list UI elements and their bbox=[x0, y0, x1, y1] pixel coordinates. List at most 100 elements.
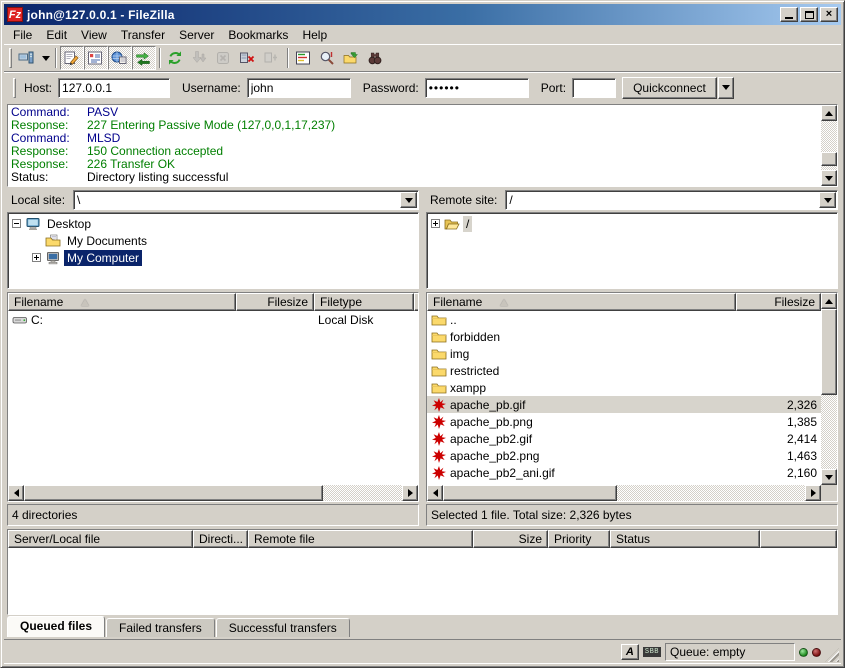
local-site-combobox[interactable]: \ bbox=[73, 190, 419, 210]
remote-tree-item[interactable]: / bbox=[429, 215, 835, 232]
scroll-track[interactable] bbox=[821, 121, 837, 170]
tab-failed-transfers[interactable]: Failed transfers bbox=[106, 618, 215, 637]
local-tree-item[interactable]: My Computer bbox=[10, 249, 416, 266]
scroll-track[interactable] bbox=[821, 309, 837, 469]
site-manager-button[interactable] bbox=[15, 46, 39, 70]
local-column-header-filesize[interactable]: Filesize bbox=[236, 293, 314, 311]
menu-server[interactable]: Server bbox=[172, 26, 221, 44]
scroll-down-button[interactable] bbox=[821, 170, 837, 186]
scroll-up-button[interactable] bbox=[821, 293, 837, 309]
table-row[interactable]: xampp bbox=[427, 379, 821, 396]
scroll-track[interactable] bbox=[443, 485, 805, 501]
remote-column-header-filesize[interactable]: Filesize bbox=[736, 293, 821, 311]
tab-successful-transfers[interactable]: Successful transfers bbox=[216, 618, 350, 637]
local-horizontal-scrollbar[interactable] bbox=[8, 485, 418, 501]
arrow-down-icon bbox=[825, 475, 833, 480]
remote-vertical-scrollbar[interactable] bbox=[821, 293, 837, 485]
remote-site-dropdown-button[interactable] bbox=[819, 192, 836, 208]
scroll-thumb[interactable] bbox=[821, 152, 837, 166]
scroll-track[interactable] bbox=[24, 485, 402, 501]
table-row[interactable]: C:Local Disk bbox=[8, 311, 418, 328]
toggle-local-tree-button[interactable] bbox=[84, 46, 108, 70]
queue-column-header-remotefile[interactable]: Remote file bbox=[248, 530, 473, 548]
queue-body[interactable] bbox=[8, 548, 837, 614]
menu-file[interactable]: File bbox=[6, 26, 39, 44]
synchronized-browsing-button[interactable] bbox=[340, 46, 364, 70]
local-site-dropdown-button[interactable] bbox=[400, 192, 417, 208]
quickconnect-dropdown-button[interactable] bbox=[718, 77, 734, 99]
expand-icon[interactable] bbox=[431, 219, 440, 228]
arrow-left-icon bbox=[14, 489, 19, 497]
local-tree-item[interactable]: My Documents bbox=[10, 232, 416, 249]
remote-horizontal-scrollbar[interactable] bbox=[427, 485, 821, 501]
menu-help[interactable]: Help bbox=[295, 26, 334, 44]
table-row[interactable]: apache_pb2_ani.gif2,160 bbox=[427, 464, 821, 481]
scroll-right-button[interactable] bbox=[805, 485, 821, 501]
find-files-button[interactable] bbox=[364, 46, 388, 70]
refresh-button[interactable] bbox=[164, 46, 188, 70]
table-row[interactable]: apache_pb.gif2,326 bbox=[427, 396, 821, 413]
tab-queued-files[interactable]: Queued files bbox=[7, 616, 105, 637]
scroll-down-button[interactable] bbox=[821, 469, 837, 485]
table-row[interactable]: img bbox=[427, 345, 821, 362]
password-input[interactable] bbox=[425, 78, 529, 98]
maximize-button[interactable] bbox=[800, 7, 818, 22]
toggle-transfer-queue-button[interactable] bbox=[132, 46, 156, 70]
queue-column-header-directi[interactable]: Directi... bbox=[193, 530, 248, 548]
menu-bookmarks[interactable]: Bookmarks bbox=[221, 26, 295, 44]
queue-column-header-status[interactable]: Status bbox=[610, 530, 760, 548]
username-input[interactable] bbox=[247, 78, 351, 98]
filesize-cell bbox=[736, 379, 821, 396]
menu-edit[interactable]: Edit bbox=[39, 26, 74, 44]
collapse-icon[interactable] bbox=[12, 219, 21, 228]
quickbar-grip[interactable] bbox=[13, 78, 16, 98]
log-text: MLSD bbox=[87, 131, 120, 145]
remote-column-header-filename[interactable]: Filename bbox=[427, 293, 736, 311]
queue-column-header-size[interactable]: Size bbox=[473, 530, 548, 548]
scroll-thumb[interactable] bbox=[443, 485, 617, 501]
remote-site-combobox[interactable]: / bbox=[505, 190, 838, 210]
scroll-left-button[interactable] bbox=[8, 485, 24, 501]
filter-button[interactable] bbox=[292, 46, 316, 70]
menu-view[interactable]: View bbox=[74, 26, 114, 44]
site-manager-dropdown-button[interactable] bbox=[39, 46, 52, 70]
queue-column-header-priority[interactable]: Priority bbox=[548, 530, 610, 548]
local-column-header-filename[interactable]: Filename bbox=[8, 293, 236, 311]
host-input[interactable] bbox=[58, 78, 170, 98]
filename-cell: apache_pb2_ani.gif bbox=[427, 464, 736, 481]
local-tree-item[interactable]: Desktop bbox=[10, 215, 416, 232]
scroll-left-button[interactable] bbox=[427, 485, 443, 501]
transfer-type-icon[interactable]: A bbox=[621, 644, 639, 660]
documents-icon bbox=[45, 233, 61, 249]
toolbar-grip[interactable] bbox=[9, 48, 12, 68]
scroll-thumb[interactable] bbox=[821, 309, 837, 395]
quickconnect-button[interactable]: Quickconnect bbox=[622, 77, 717, 99]
scroll-right-button[interactable] bbox=[402, 485, 418, 501]
local-column-header-l[interactable]: L bbox=[414, 293, 418, 311]
message-log-scrollbar[interactable] bbox=[821, 105, 837, 186]
close-button[interactable]: × bbox=[820, 7, 838, 22]
toggle-remote-tree-button[interactable] bbox=[108, 46, 132, 70]
local-column-header-filetype[interactable]: Filetype bbox=[314, 293, 414, 311]
resize-grip[interactable] bbox=[825, 648, 839, 662]
queue-column-header-serverlocalfile[interactable]: Server/Local file bbox=[8, 530, 193, 548]
speed-limit-icon[interactable]: SBB bbox=[643, 647, 661, 657]
scroll-up-button[interactable] bbox=[821, 105, 837, 121]
expand-icon[interactable] bbox=[32, 253, 41, 262]
title-bar[interactable]: Fz john@127.0.0.1 - FileZilla × bbox=[4, 4, 841, 25]
directory-comparison-button[interactable] bbox=[316, 46, 340, 70]
menu-transfer[interactable]: Transfer bbox=[114, 26, 172, 44]
toggle-message-log-button[interactable] bbox=[60, 46, 84, 70]
minimize-button[interactable] bbox=[780, 7, 798, 22]
table-row[interactable]: apache_pb.png1,385 bbox=[427, 413, 821, 430]
table-row[interactable]: .. bbox=[427, 311, 821, 328]
port-input[interactable] bbox=[572, 78, 616, 98]
disconnect-button[interactable] bbox=[236, 46, 260, 70]
table-row[interactable]: apache_pb2.gif2,414 bbox=[427, 430, 821, 447]
table-row[interactable]: restricted bbox=[427, 362, 821, 379]
table-row[interactable]: forbidden bbox=[427, 328, 821, 345]
table-row[interactable]: apache_pb2.png1,463 bbox=[427, 447, 821, 464]
scroll-thumb[interactable] bbox=[24, 485, 323, 501]
filesize-cell bbox=[736, 328, 821, 345]
local-site-value: \ bbox=[74, 191, 399, 209]
